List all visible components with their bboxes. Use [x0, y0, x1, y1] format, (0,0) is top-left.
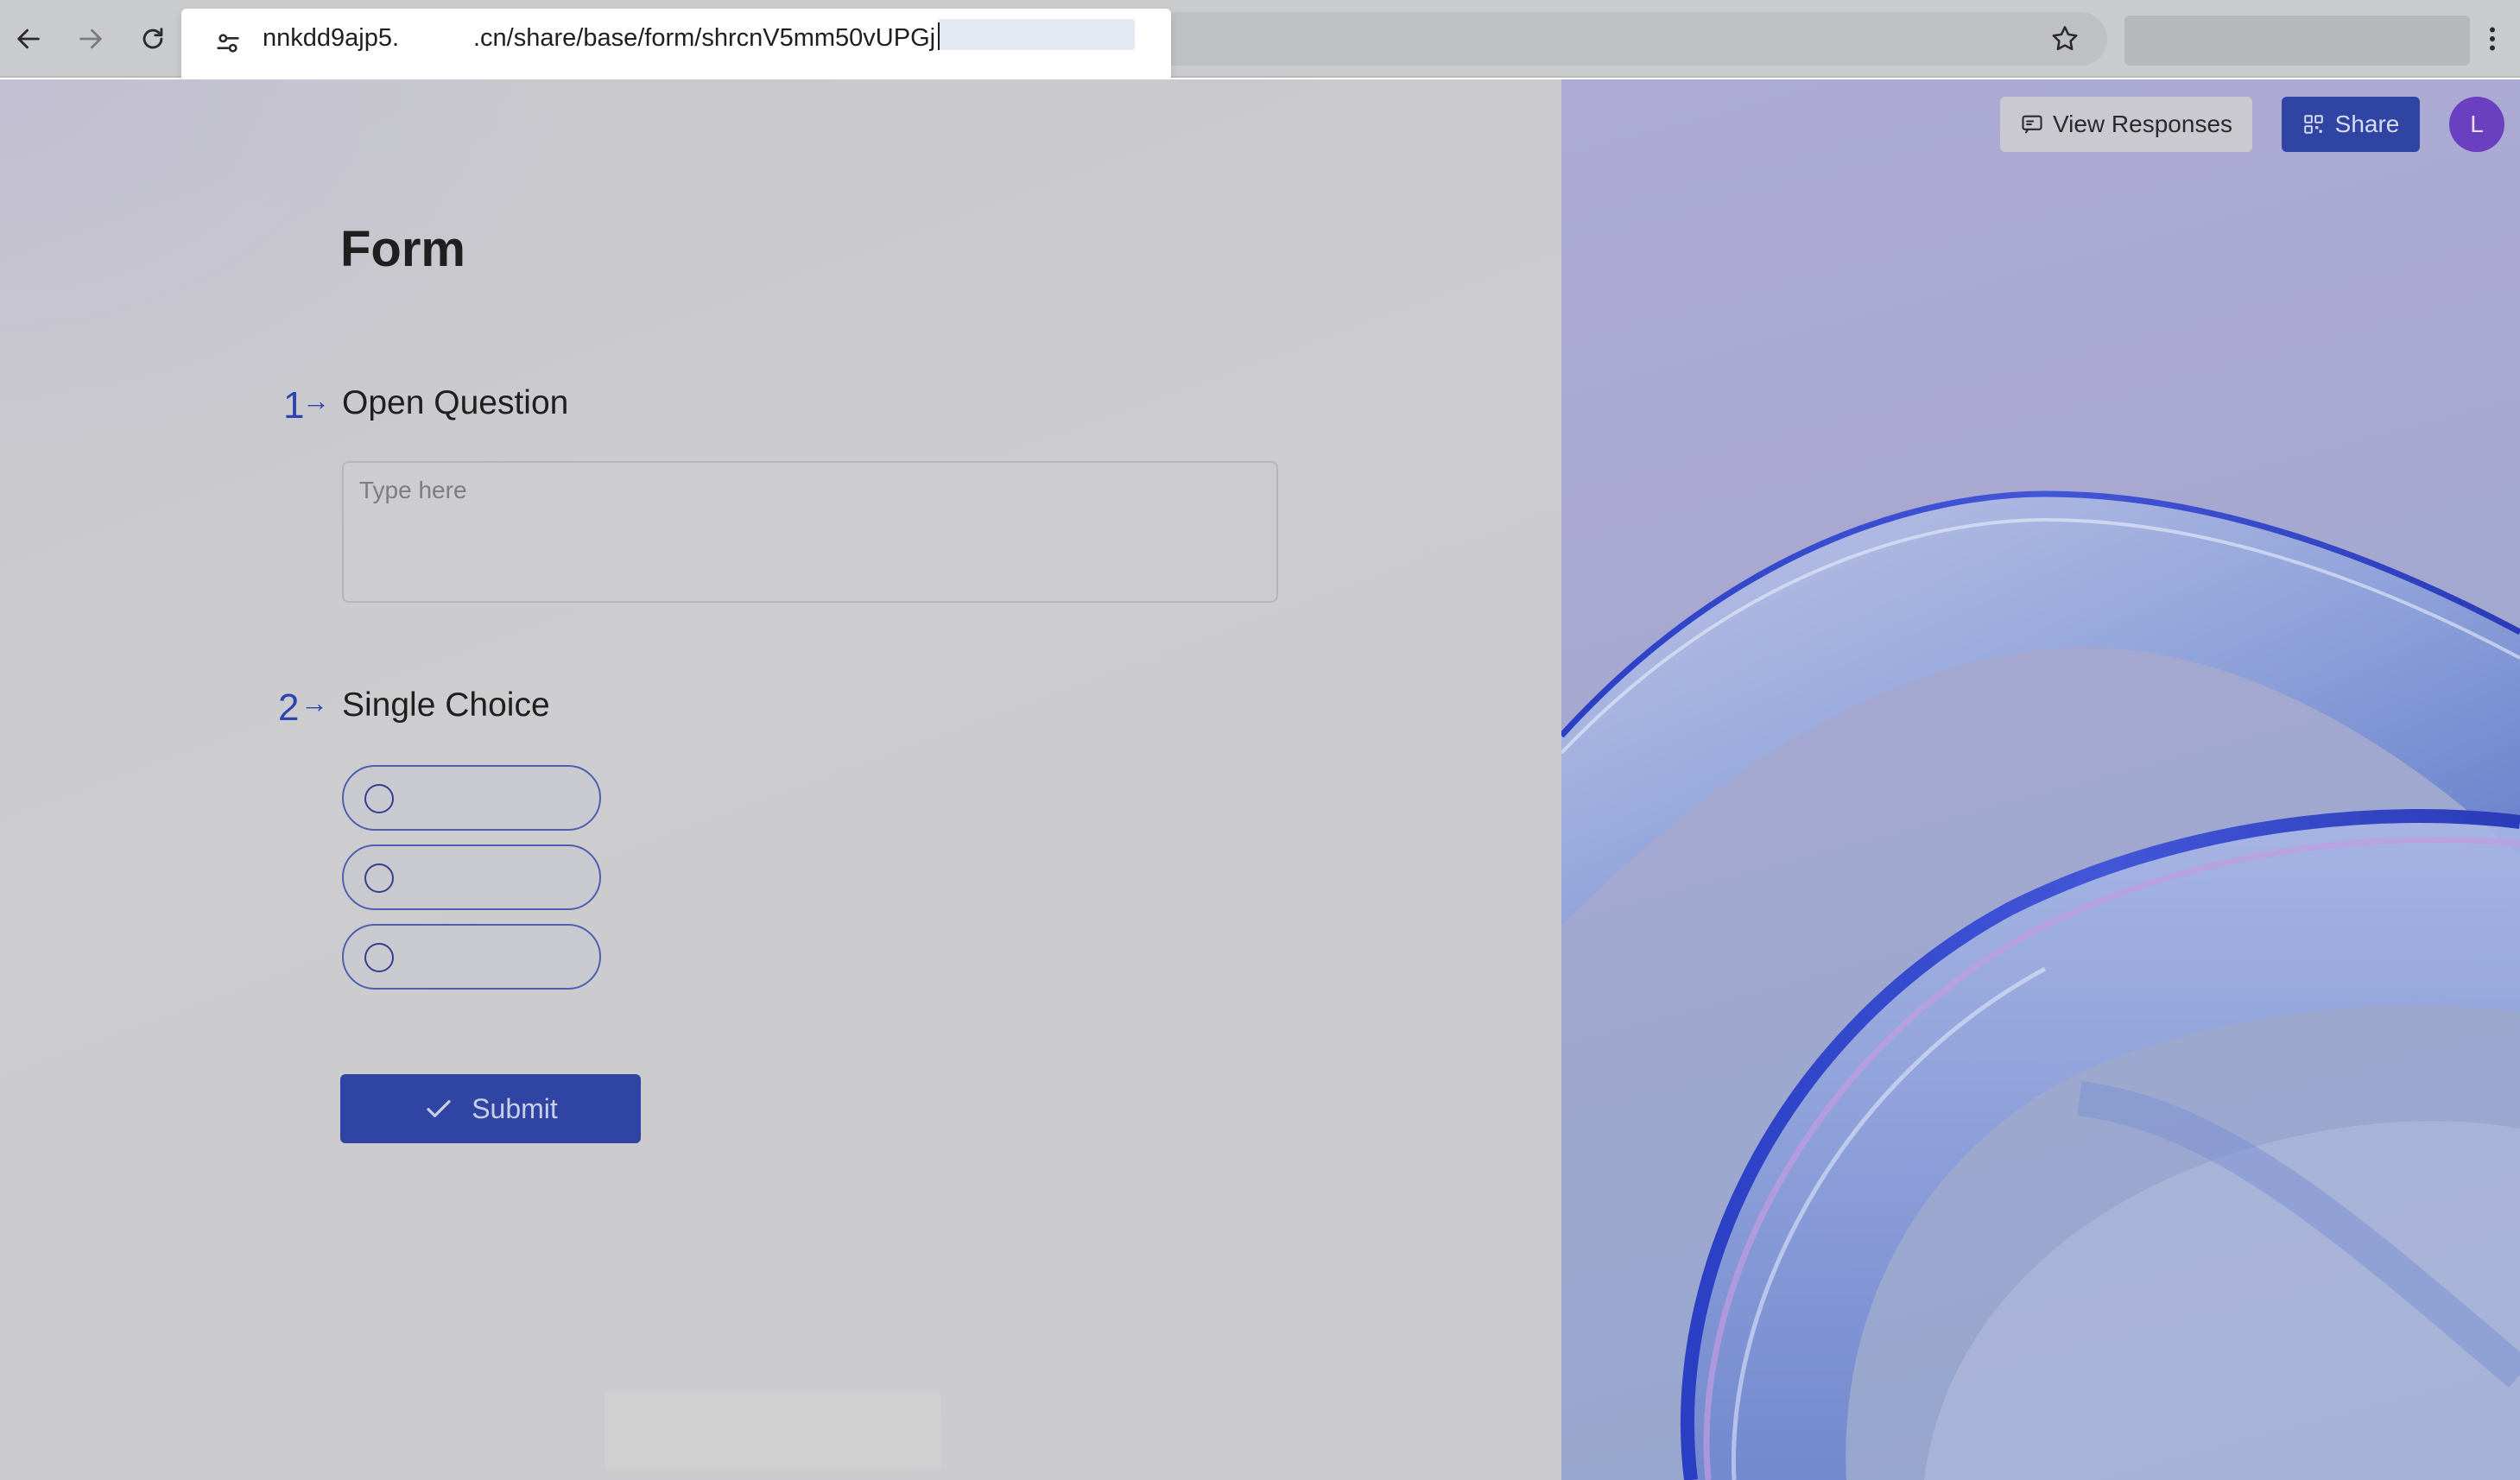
arrow-left-icon — [17, 28, 40, 49]
share-label: Share — [2334, 111, 2400, 137]
url-host-text[interactable]: nnkdd9ajp5. — [263, 21, 399, 55]
open-question-input[interactable] — [342, 461, 1278, 603]
url-path-text[interactable]: .cn/share/base/form/shrcnV5mm50vUPGj — [473, 21, 935, 55]
question-number: 1 — [283, 384, 305, 427]
question-title: Open Question — [342, 384, 569, 421]
back-button[interactable] — [5, 16, 52, 62]
star-icon — [2052, 26, 2078, 51]
text-cursor — [938, 22, 940, 50]
site-settings-icon[interactable] — [204, 19, 252, 67]
cover-image — [1561, 79, 2520, 1480]
arrow-right-icon: → — [302, 385, 330, 416]
share-button[interactable]: Share — [2282, 97, 2420, 152]
avatar-initial: L — [2470, 111, 2484, 137]
view-responses-label: View Responses — [2052, 111, 2233, 137]
submit-label: Submit — [472, 1092, 558, 1124]
bookmark-button[interactable] — [2042, 16, 2088, 62]
footer-placeholder — [605, 1392, 941, 1470]
radio-button[interactable] — [364, 784, 394, 813]
radio-button[interactable] — [364, 863, 394, 893]
question-number: 2 — [278, 686, 300, 729]
arrow-right-icon — [79, 28, 102, 49]
single-choice-option[interactable] — [342, 844, 601, 910]
single-choice-option[interactable] — [342, 924, 601, 990]
reload-button[interactable] — [130, 16, 176, 62]
profile-chip[interactable] — [2124, 16, 2470, 66]
qr-code-icon — [2303, 115, 2323, 134]
single-choice-option[interactable] — [342, 765, 601, 831]
view-responses-button[interactable]: View Responses — [2000, 97, 2252, 152]
more-vertical-icon — [2490, 27, 2495, 51]
url-redacted-region — [938, 19, 1135, 50]
check-icon — [427, 1100, 451, 1117]
radio-button[interactable] — [364, 943, 394, 972]
responses-icon — [2022, 115, 2042, 134]
browser-menu-button[interactable] — [2475, 16, 2510, 62]
browser-toolbar: nnkdd9ajp5. .cn/share/base/form/shrcnV5m… — [0, 0, 2520, 95]
question-title: Single Choice — [342, 686, 550, 724]
forward-button[interactable] — [67, 16, 114, 62]
form-title: Form — [340, 221, 465, 277]
avatar[interactable]: L — [2449, 97, 2504, 152]
form-page: Form 1 → Open Question 2 → Single Choice… — [0, 79, 2520, 1480]
reload-icon — [142, 28, 163, 49]
abstract-ribbon-art — [1561, 490, 2520, 1480]
submit-button[interactable]: Submit — [340, 1074, 641, 1143]
form-panel: Form 1 → Open Question 2 → Single Choice… — [0, 79, 1561, 1480]
arrow-right-icon: → — [301, 687, 328, 718]
